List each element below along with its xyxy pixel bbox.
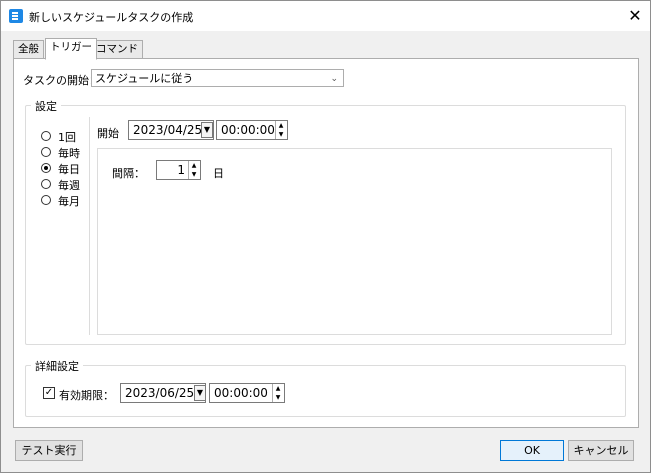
title-bar: 新しいスケジュールタスクの作成 ✕	[1, 1, 650, 31]
chevron-down-icon: ⌄	[330, 74, 338, 84]
cancel-button[interactable]: キャンセル	[568, 440, 634, 461]
radio-weekly[interactable]	[41, 179, 51, 189]
interval-label: 間隔：	[112, 167, 145, 180]
advanced-legend: 詳細設定	[31, 358, 83, 374]
expiry-date-dropdown-icon[interactable]: ▼	[194, 385, 206, 401]
ok-button[interactable]: OK	[500, 440, 564, 461]
tab-general[interactable]: 全般	[13, 40, 44, 59]
expiry-time-value: 00:00:00	[214, 386, 268, 400]
radio-hourly[interactable]	[41, 147, 51, 157]
settings-legend: 設定	[31, 98, 61, 114]
radio-weekly-label: 毎週	[58, 179, 80, 192]
start-date-dropdown-icon[interactable]: ▼	[201, 122, 213, 138]
radio-monthly-label: 毎月	[58, 195, 80, 208]
expiry-time-spin-icon[interactable]: ▲ ▼	[272, 384, 283, 402]
close-icon[interactable]: ✕	[623, 4, 647, 28]
app-icon	[9, 9, 23, 23]
dialog-window: 新しいスケジュールタスクの作成 ✕ 全般 トリガー コマンド タスクの開始： ス…	[0, 0, 651, 473]
expiry-label: 有効期限：	[59, 389, 114, 402]
radio-once[interactable]	[41, 131, 51, 141]
advanced-group	[25, 365, 626, 417]
task-start-value: スケジュールに従う	[95, 72, 194, 85]
task-start-label: タスクの開始：	[23, 74, 100, 87]
radio-once-label: 1回	[58, 131, 76, 144]
window-title: 新しいスケジュールタスクの作成	[29, 11, 194, 24]
start-label: 開始	[97, 127, 119, 140]
expiry-checkbox[interactable]: ✓	[43, 387, 55, 399]
radio-monthly[interactable]	[41, 195, 51, 205]
interval-value: 1	[177, 163, 185, 177]
task-start-select[interactable]: スケジュールに従う ⌄	[91, 69, 344, 87]
start-date-value: 2023/04/25	[133, 123, 203, 137]
radio-daily[interactable]	[41, 163, 51, 173]
tab-trigger[interactable]: トリガー	[45, 38, 97, 60]
test-run-button[interactable]: テスト実行	[15, 440, 83, 461]
radio-daily-label: 毎日	[58, 163, 80, 176]
options-separator	[89, 117, 90, 335]
start-time-value: 00:00:00	[221, 123, 275, 137]
interval-spin-icon[interactable]: ▲ ▼	[188, 161, 199, 179]
radio-hourly-label: 毎時	[58, 147, 80, 160]
expiry-date-value: 2023/06/25	[125, 386, 195, 400]
interval-unit: 日	[213, 167, 224, 180]
tab-command[interactable]: コマンド	[91, 40, 143, 59]
start-time-spin-icon[interactable]: ▲ ▼	[275, 121, 286, 139]
